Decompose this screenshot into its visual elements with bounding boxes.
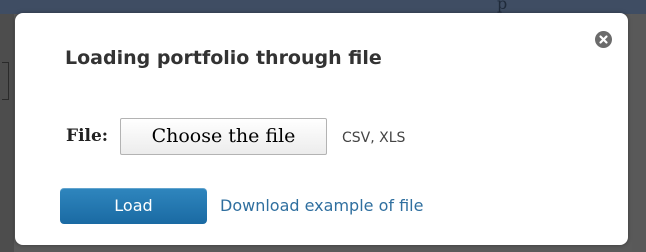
background-text-fragment: p xyxy=(497,0,508,13)
file-label: File: xyxy=(66,126,109,146)
close-icon xyxy=(599,35,608,44)
close-button[interactable] xyxy=(595,31,612,48)
background-page-left xyxy=(0,14,14,252)
background-page-strip: p xyxy=(0,0,646,14)
background-element xyxy=(2,62,9,100)
dialog-title: Loading portfolio through file xyxy=(65,47,382,69)
file-format-hint: CSV, XLS xyxy=(342,130,406,146)
upload-portfolio-dialog: Loading portfolio through file File: Cho… xyxy=(15,13,628,245)
choose-file-button[interactable]: Choose the file xyxy=(120,118,327,155)
download-example-link[interactable]: Download example of file xyxy=(220,196,423,215)
load-button[interactable]: Load xyxy=(60,188,207,224)
background-page-right xyxy=(632,14,646,252)
